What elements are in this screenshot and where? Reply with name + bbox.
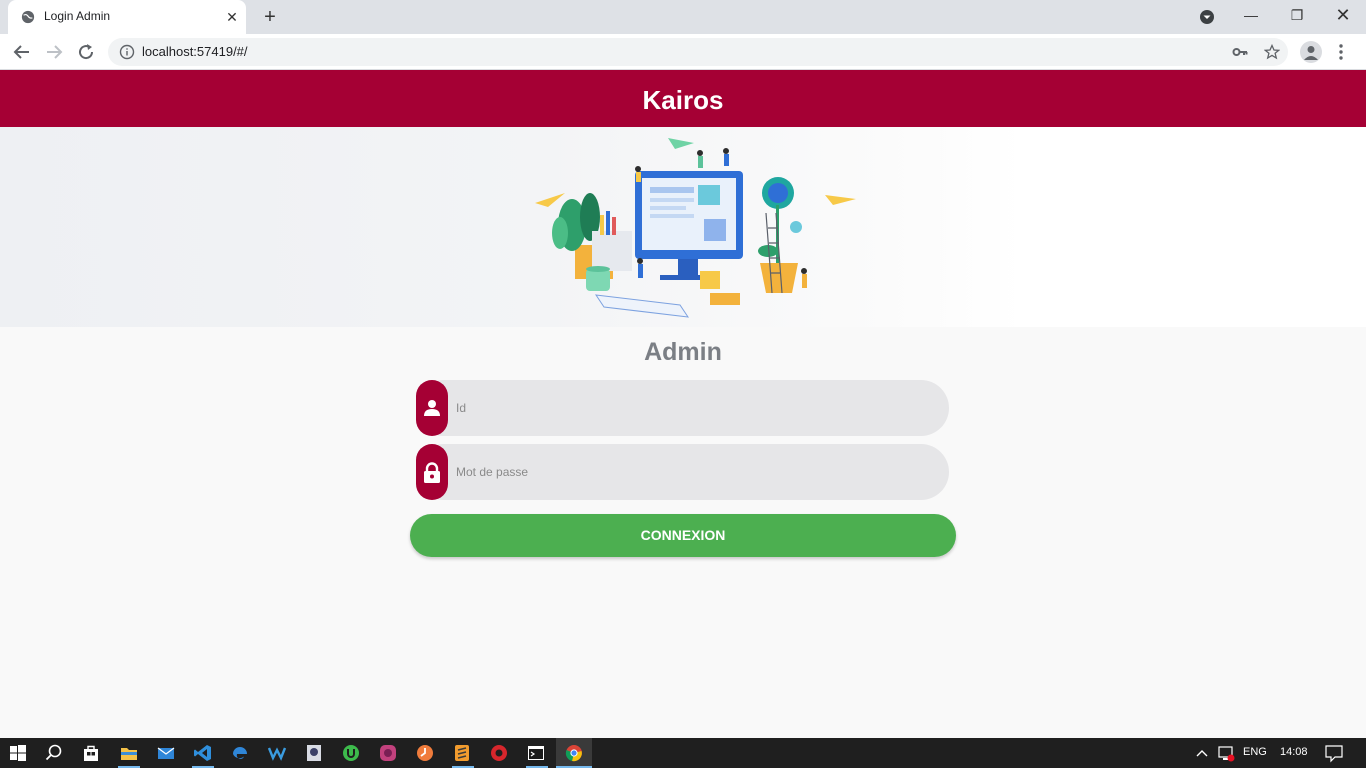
login-button[interactable]: CONNEXION (410, 514, 956, 557)
sublime-icon[interactable] (452, 743, 472, 763)
chrome-icon[interactable] (564, 743, 584, 763)
close-window-button[interactable]: ✕ (1320, 0, 1366, 32)
brand-title: Kairos (642, 85, 724, 115)
close-tab-icon[interactable]: ✕ (224, 9, 240, 25)
info-icon[interactable] (119, 44, 135, 60)
minimize-button[interactable]: — (1228, 0, 1274, 32)
user-icon (424, 400, 440, 416)
profile-avatar-icon[interactable] (1300, 41, 1322, 63)
upwork-icon[interactable] (341, 743, 361, 763)
chevron-up-icon[interactable] (1192, 743, 1212, 763)
id-input[interactable] (456, 380, 936, 436)
browser-toolbar: localhost:57419/#/ (0, 34, 1366, 70)
browser-tab[interactable]: Login Admin ✕ (8, 0, 246, 34)
back-icon[interactable] (10, 40, 34, 64)
lock-icon (424, 462, 440, 483)
form-title: Admin (644, 338, 722, 366)
restore-button[interactable]: ❐ (1274, 0, 1320, 32)
hero-banner (0, 127, 1366, 327)
page-content: Kairos Admin Id CONNEXION (0, 70, 1366, 738)
password-input[interactable] (456, 444, 936, 500)
notification-icon[interactable] (1324, 743, 1344, 763)
forward-icon[interactable] (42, 40, 66, 64)
id-field[interactable] (416, 380, 949, 436)
file-explorer-icon[interactable] (119, 743, 139, 763)
cmd-icon[interactable] (526, 743, 546, 763)
user-icon-badge (416, 380, 448, 436)
app-icon[interactable] (304, 743, 324, 763)
edge-icon[interactable] (230, 743, 250, 763)
app-icon[interactable] (489, 743, 509, 763)
app-header: Kairos (0, 70, 1366, 127)
vscode-icon[interactable] (193, 743, 213, 763)
windows-taskbar: ENG 14:08 (0, 738, 1366, 768)
address-bar[interactable]: localhost:57419/#/ (108, 38, 1288, 66)
browser-tab-bar: Login Admin ✕ + — ❐ ✕ (0, 0, 1366, 34)
wps-icon[interactable] (267, 743, 287, 763)
url-text: localhost:57419/#/ (142, 44, 248, 59)
clock[interactable]: 14:08 (1280, 746, 1308, 758)
new-tab-button[interactable]: + (259, 6, 281, 28)
bookmark-star-icon[interactable] (1264, 44, 1280, 60)
windows-start-icon[interactable] (8, 743, 28, 763)
network-icon[interactable] (1216, 743, 1236, 763)
language-indicator[interactable]: ENG (1243, 746, 1267, 758)
clock-app-icon[interactable] (415, 743, 435, 763)
more-menu-icon[interactable] (1334, 42, 1348, 62)
reload-icon[interactable] (74, 40, 98, 64)
key-icon[interactable] (1232, 44, 1248, 60)
workspace-illustration (535, 138, 856, 318)
store-icon[interactable] (81, 743, 101, 763)
globe-icon (21, 10, 35, 24)
tab-title: Login Admin (44, 9, 111, 23)
lock-icon-badge (416, 444, 448, 500)
search-icon[interactable] (44, 743, 64, 763)
app-icon[interactable] (378, 743, 398, 763)
tab-search-icon[interactable] (1198, 8, 1216, 26)
mail-icon[interactable] (156, 743, 176, 763)
password-field[interactable] (416, 444, 949, 500)
